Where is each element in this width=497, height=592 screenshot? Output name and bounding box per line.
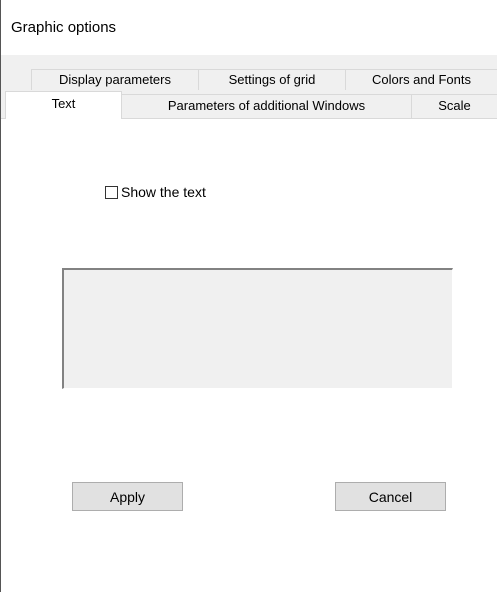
- tab-parameters-of-additional-windows[interactable]: Parameters of additional Windows: [121, 94, 412, 118]
- show-text-checkbox[interactable]: Show the text: [105, 184, 206, 200]
- tab-display-parameters[interactable]: Display parameters: [31, 69, 199, 90]
- tab-scale[interactable]: Scale: [411, 94, 497, 118]
- cancel-button[interactable]: Cancel: [335, 482, 446, 511]
- window-title: Graphic options: [11, 19, 117, 36]
- checkbox-box-icon[interactable]: [105, 185, 118, 199]
- tab-text[interactable]: Text: [5, 91, 122, 119]
- tab-settings-of-grid[interactable]: Settings of grid: [198, 69, 346, 90]
- tab-colors-and-fonts[interactable]: Colors and Fonts: [345, 69, 497, 90]
- apply-button[interactable]: Apply: [72, 482, 183, 511]
- title-bar[interactable]: Graphic options: [1, 0, 497, 55]
- graphic-options-dialog: Graphic options Display parameters Setti…: [0, 0, 497, 592]
- show-text-label[interactable]: Show the text: [121, 184, 206, 200]
- text-preview-box: [62, 268, 453, 389]
